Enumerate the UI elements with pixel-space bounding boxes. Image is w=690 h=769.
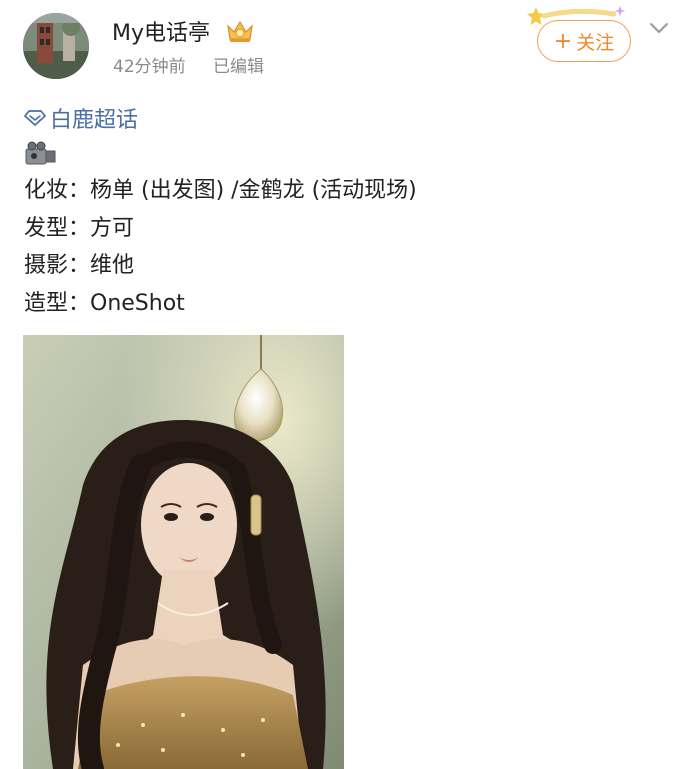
credit-label: 摄影： [24, 253, 91, 278]
credit-label: 发型： [24, 215, 91, 241]
author-name[interactable]: My电话亭 [112, 15, 210, 47]
topic-label: 白鹿超话 [50, 108, 139, 133]
credit-label: 造型： [24, 290, 91, 316]
credit-value: OneShot [90, 290, 185, 316]
credit-value: 杨单 (出发图) /金鹤龙 (活动现场) [90, 178, 417, 203]
post-meta: 42分钟前 已编辑 [113, 52, 264, 77]
credit-value: 方可 [90, 215, 135, 241]
diamond-topic-icon [24, 110, 46, 126]
follow-label: 关注 [576, 31, 615, 54]
credits-list: 化妆：杨单 (出发图) /金鹤龙 (活动现场) 发型：方可 摄影：维他 造型：O… [24, 172, 417, 322]
author-avatar[interactable] [23, 13, 89, 79]
weibo-post: My电话亭 42分钟前 已编辑 + 关注 白鹿超话 化妆：杨单 (出发图) /金… [0, 0, 690, 769]
credit-makeup: 化妆：杨单 (出发图) /金鹤龙 (活动现场) [24, 172, 417, 210]
credit-styling: 造型：OneShot [24, 285, 417, 323]
crown-badge-icon [225, 18, 255, 44]
video-camera-emoji [22, 140, 58, 168]
topic-link[interactable]: 白鹿超话 [24, 102, 138, 134]
credit-hair: 发型：方可 [24, 210, 417, 248]
follow-button[interactable]: + 关注 [537, 20, 631, 62]
credit-label: 化妆： [24, 178, 91, 203]
chevron-down-icon[interactable] [648, 20, 670, 36]
post-photo[interactable] [23, 335, 344, 769]
credit-photography: 摄影：维他 [24, 247, 417, 285]
credit-value: 维他 [90, 253, 135, 278]
post-time: 42分钟前 [113, 57, 186, 77]
edited-label: 已编辑 [213, 57, 265, 77]
plus-icon: + [553, 28, 573, 54]
